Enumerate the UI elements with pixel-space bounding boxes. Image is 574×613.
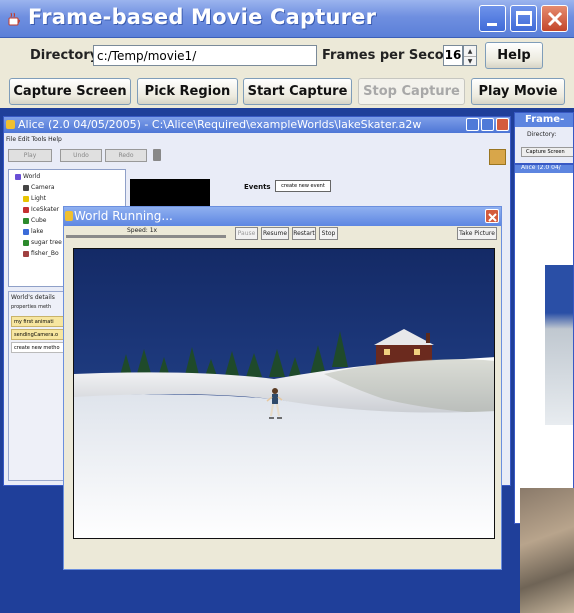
alice-maximize-icon (481, 118, 494, 131)
alice-redo-button: Redo (105, 149, 147, 162)
tree-item: Camera (23, 184, 55, 191)
minimize-button[interactable] (479, 5, 506, 32)
pause-button: Pause (235, 227, 258, 240)
world-title-bar: World Running... (64, 207, 501, 226)
details-title: World's details (11, 294, 55, 301)
tree-item-label: Camera (31, 184, 55, 191)
nested-capture-button: Capture Screen (521, 147, 573, 157)
close-button[interactable] (541, 5, 568, 32)
clipboard-icon (489, 149, 506, 165)
speed-label: Speed: 1x (127, 227, 158, 234)
create-event-button: create new event (275, 180, 331, 192)
alice-play-button: Play (8, 149, 52, 162)
world-running-window: World Running... Speed: 1x Pause Resume … (63, 206, 502, 570)
tree-item-label: lake (31, 228, 44, 235)
cube-icon (23, 217, 29, 224)
tree-item-label: Light (31, 195, 46, 202)
alice-close-icon (496, 118, 509, 131)
spinner-down-icon[interactable]: ▼ (464, 56, 476, 66)
fps-spinner-arrows[interactable]: ▲ ▼ (463, 45, 477, 66)
tree-icon (23, 239, 29, 246)
tree-item: World (15, 173, 40, 180)
start-capture-button[interactable]: Start Capture (243, 78, 352, 105)
directory-input[interactable] (93, 45, 317, 66)
nested-directory-label: Directory: (527, 131, 557, 138)
resume-button: Resume (261, 227, 289, 240)
tree-item: fisher_Bo (23, 250, 59, 257)
help-button[interactable]: Help (485, 42, 543, 69)
world-3d-scene (73, 248, 495, 539)
java-cup-icon (6, 11, 22, 27)
nested-title-bar: Frame- (515, 113, 573, 127)
title-bar: Frame-based Movie Capturer (0, 0, 574, 38)
camera-icon (23, 184, 29, 191)
details-tabs: properties meth (11, 304, 52, 310)
alice-title-bar: Alice (2.0 04/05/2005) - C:\Alice\Requir… (4, 117, 510, 133)
nested-alice-title: Alice (2.0 04/ (521, 164, 561, 171)
nested-capturer-window: Frame- Directory: Capture Screen (514, 112, 574, 164)
tree-item: lake (23, 228, 43, 235)
capture-screen-button[interactable]: Capture Screen (9, 78, 131, 105)
alice-menu-bar: File Edit Tools Help (6, 136, 62, 143)
alice-app-icon (65, 211, 73, 221)
tree-item: Cube (23, 217, 47, 224)
tree-item: sugar tree (23, 239, 62, 246)
tree-item-label: Cube (31, 217, 47, 224)
capture-preview: Alice (2.0 04/05/2005) - C:\Alice\Requir… (0, 108, 574, 613)
tree-item: IceSkater (23, 206, 59, 213)
tree-item-label: World (23, 173, 41, 180)
alice-title: Alice (2.0 04/05/2005) - C:\Alice\Requir… (18, 118, 422, 131)
world-icon (15, 173, 21, 180)
alice-undo-button: Undo (60, 149, 102, 162)
skater-icon (23, 206, 29, 213)
pick-region-button[interactable]: Pick Region (137, 78, 238, 105)
take-picture-button: Take Picture (457, 227, 497, 240)
stop-capture-button[interactable]: Stop Capture (358, 78, 465, 105)
frozen-lake (74, 394, 494, 538)
spinner-up-icon[interactable]: ▲ (464, 46, 476, 56)
nested-title: Frame- (525, 114, 565, 125)
nested-alice-title-bar: Alice (2.0 04/ (515, 164, 573, 173)
fps-spinner-value[interactable]: 16 (443, 45, 463, 66)
tree-item-label: fisher_Bo (31, 250, 59, 257)
tree-item-label: IceSkater (31, 206, 60, 213)
play-movie-button[interactable]: Play Movie (471, 78, 565, 105)
tree-item-label: sugar tree (31, 239, 62, 246)
speed-slider (66, 235, 226, 238)
tree-item: Light (23, 195, 46, 202)
boat-icon (23, 250, 29, 257)
lake-icon (23, 228, 29, 235)
window-title: Frame-based Movie Capturer (28, 5, 377, 29)
alice-app-icon (6, 120, 15, 129)
alice-minimize-icon (466, 118, 479, 131)
desktop-wallpaper (520, 488, 574, 613)
maximize-button[interactable] (510, 5, 537, 32)
world-close-icon (485, 209, 499, 223)
restart-button: Restart (292, 227, 316, 240)
events-label: Events (244, 183, 271, 191)
stop-button: Stop (319, 227, 338, 240)
light-icon (23, 195, 29, 202)
nested-scene (545, 265, 573, 425)
world-title: World Running... (74, 209, 173, 223)
nested-alice-window: Alice (2.0 04/ (514, 164, 574, 524)
trash-icon (153, 149, 161, 161)
